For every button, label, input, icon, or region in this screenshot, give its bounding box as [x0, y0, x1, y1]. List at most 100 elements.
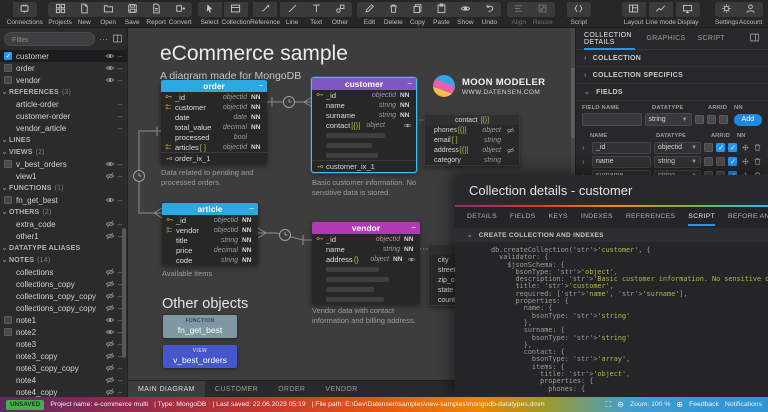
object-box-v_best_orders[interactable]: VIEW v_best_orders — [163, 345, 237, 368]
modal-tab-before-and-after-scripts[interactable]: BEFORE AND AFTER SCRIPTS — [728, 207, 768, 226]
diagram-table-vendor[interactable]: vendor – _id objectid NN name string NN address{… — [312, 222, 420, 304]
zoom-out-icon[interactable]: ⊖ — [617, 400, 624, 409]
field-row[interactable]: _id objectid NN — [162, 215, 258, 225]
modal-tab-details[interactable]: DETAILS — [467, 207, 497, 226]
toolbar-layout-button[interactable]: Layout — [621, 2, 646, 26]
collapse-icon[interactable]: – — [408, 78, 412, 90]
field-name-cell[interactable]: name — [592, 155, 651, 168]
field-row[interactable]: name string NN — [312, 100, 416, 110]
visibility-checkbox[interactable] — [4, 328, 12, 336]
sidebar-item-note2[interactable]: note2– — [0, 326, 127, 338]
toolbar-show-button[interactable]: Show — [453, 2, 478, 26]
sidebar-section-functions[interactable]: ⌄ FUNCTIONS (1) — [0, 182, 127, 194]
add-field-button[interactable]: Add — [733, 113, 762, 126]
eye-icon[interactable] — [104, 63, 116, 73]
toolbar-line-button[interactable]: Line — [280, 2, 305, 26]
eye-off-icon[interactable] — [104, 231, 116, 241]
toolbar-line-mode-button[interactable]: Line mode — [646, 2, 676, 26]
eye-icon[interactable] — [104, 327, 116, 337]
field-datatype-select[interactable]: string▼ — [653, 155, 701, 168]
eye-off-icon[interactable] — [104, 351, 116, 361]
diagram-table-article[interactable]: article – _id objectid NN vendor objectid NN tit… — [162, 203, 258, 265]
feedback-link[interactable]: Feedback — [689, 401, 719, 408]
eye-off-icon[interactable] — [104, 339, 116, 349]
new-field-nn-checkbox[interactable] — [718, 115, 728, 124]
eye-off-icon[interactable] — [104, 171, 116, 181]
sidebar-item-other1[interactable]: other1– — [0, 230, 127, 242]
collapse-icon[interactable]: – — [250, 203, 254, 215]
notifications-link[interactable]: Notifications — [725, 401, 762, 408]
index-row[interactable]: order_ix_1 — [161, 152, 267, 164]
zoom-fit-icon[interactable]: ⛶ — [606, 400, 612, 410]
object-box-fn_get_best[interactable]: FUNCTION fn_get_best — [163, 315, 237, 338]
diagram-tab-order[interactable]: ORDER — [268, 381, 315, 397]
section-collection[interactable]: › COLLECTION — [576, 50, 768, 67]
modal-tab-indexes[interactable]: INDEXES — [581, 207, 613, 226]
visibility-checkbox[interactable] — [4, 196, 12, 204]
toolbar-reference-button[interactable]: Reference — [250, 2, 280, 26]
field-row[interactable]: surname string NN — [312, 110, 416, 120]
panel-split-icon[interactable] — [112, 33, 123, 46]
script-code[interactable]: db.createCollection('str'>'customer', { … — [455, 242, 768, 397]
field-row[interactable]: articles[ ] objectid NN — [161, 142, 267, 152]
field-row[interactable]: code string NN — [162, 255, 258, 265]
eye-off-icon[interactable] — [104, 387, 116, 397]
eye-off-icon[interactable] — [505, 146, 516, 155]
eye-icon[interactable] — [104, 51, 116, 61]
eye-icon[interactable] — [104, 159, 116, 169]
field-name-cell[interactable]: _id — [592, 141, 651, 154]
diagram-table-customer[interactable]: customer – _id objectid NN name string NN surnam… — [311, 77, 417, 173]
field-row[interactable]: address[{}] object — [425, 145, 519, 155]
more-options-icon[interactable]: ··· — [99, 34, 108, 44]
visibility-checkbox[interactable] — [4, 52, 12, 60]
modal-tab-fields[interactable]: FIELDS — [510, 207, 536, 226]
toolbar-copy-button[interactable]: Copy — [405, 2, 430, 26]
field-datatype-select[interactable]: objectid ▼ — [653, 141, 701, 154]
toolbar-delete-button[interactable]: Delete — [381, 2, 406, 26]
new-field-arr-checkbox[interactable] — [694, 115, 704, 124]
field-row[interactable]: price decimal NN — [162, 245, 258, 255]
field-row[interactable]: phones[{}] object — [425, 125, 519, 135]
id-checkbox[interactable] — [716, 157, 725, 166]
toolbar-settings-button[interactable]: Settings — [714, 2, 739, 26]
sidebar-item-view1[interactable]: view1– — [0, 170, 127, 182]
toolbar-convert-button[interactable]: Convert — [168, 2, 193, 26]
sidebar-section-others[interactable]: ⌄ OTHERS (2) — [0, 206, 127, 218]
sidebar-section-datatype-aliases[interactable]: ⌄ DATATYPE ALIASES — [0, 242, 127, 254]
field-row[interactable]: processed bool — [161, 132, 267, 142]
diagram-tab-main-diagram[interactable]: MAIN DIAGRAM — [128, 381, 205, 397]
sidebar-section-notes[interactable]: ⌄ NOTES (14) — [0, 254, 127, 266]
eye-off-icon[interactable] — [104, 267, 116, 277]
arr-checkbox[interactable] — [704, 143, 713, 152]
sidebar-item-note3_copy[interactable]: note3_copy – — [0, 350, 127, 362]
field-row[interactable]: category string — [425, 155, 519, 165]
visibility-checkbox[interactable] — [4, 160, 12, 168]
index-row[interactable]: customer_ix_1 — [312, 160, 416, 172]
new-field-name-input[interactable] — [582, 113, 642, 126]
expand-chevron-icon[interactable]: › — [582, 157, 589, 166]
sidebar-item-vendor[interactable]: vendor – — [0, 74, 127, 86]
expand-chevron-icon[interactable]: › — [582, 143, 589, 152]
field-row[interactable]: _id objectid NN — [312, 234, 420, 244]
panel-dock-icon[interactable] — [749, 30, 760, 48]
sidebar-item-vendor_article[interactable]: vendor_article – — [0, 122, 127, 134]
id-checkbox[interactable] — [716, 143, 725, 152]
toolbar-resize-button[interactable]: Resize — [530, 2, 555, 26]
sidebar-item-order[interactable]: order – — [0, 62, 127, 74]
toolbar-display-button[interactable]: Display — [675, 2, 700, 26]
toolbar-report-button[interactable]: Report — [144, 2, 169, 26]
sidebar-item-note4[interactable]: note4– — [0, 374, 127, 386]
sidebar-item-fn_get_best[interactable]: fn_get_best – — [0, 194, 127, 206]
section-fields[interactable]: ⌄ FIELDS — [576, 84, 768, 101]
field-row[interactable]: customer objectid NN — [161, 102, 267, 112]
sidebar-section-lines[interactable]: ⌄ LINES — [0, 134, 127, 146]
sidebar-item-v_best_orders[interactable]: v_best_orders – — [0, 158, 127, 170]
sidebar-item-extra_code[interactable]: extra_code – — [0, 218, 127, 230]
diagram-table-order[interactable]: order – _id objectid NN customer objectid NN dat… — [161, 80, 267, 164]
collapse-icon[interactable]: – — [412, 222, 416, 234]
sidebar-section-references[interactable]: ⌄ REFERENCES (3) — [0, 86, 127, 98]
eye-off-icon[interactable] — [104, 279, 116, 289]
field-row[interactable]: address{} object NN — [312, 254, 420, 264]
sidebar-item-collections_copy_copy[interactable]: collections_copy_copy – — [0, 290, 127, 302]
panel-tab-collection-details[interactable]: COLLECTION DETAILS — [584, 28, 635, 50]
